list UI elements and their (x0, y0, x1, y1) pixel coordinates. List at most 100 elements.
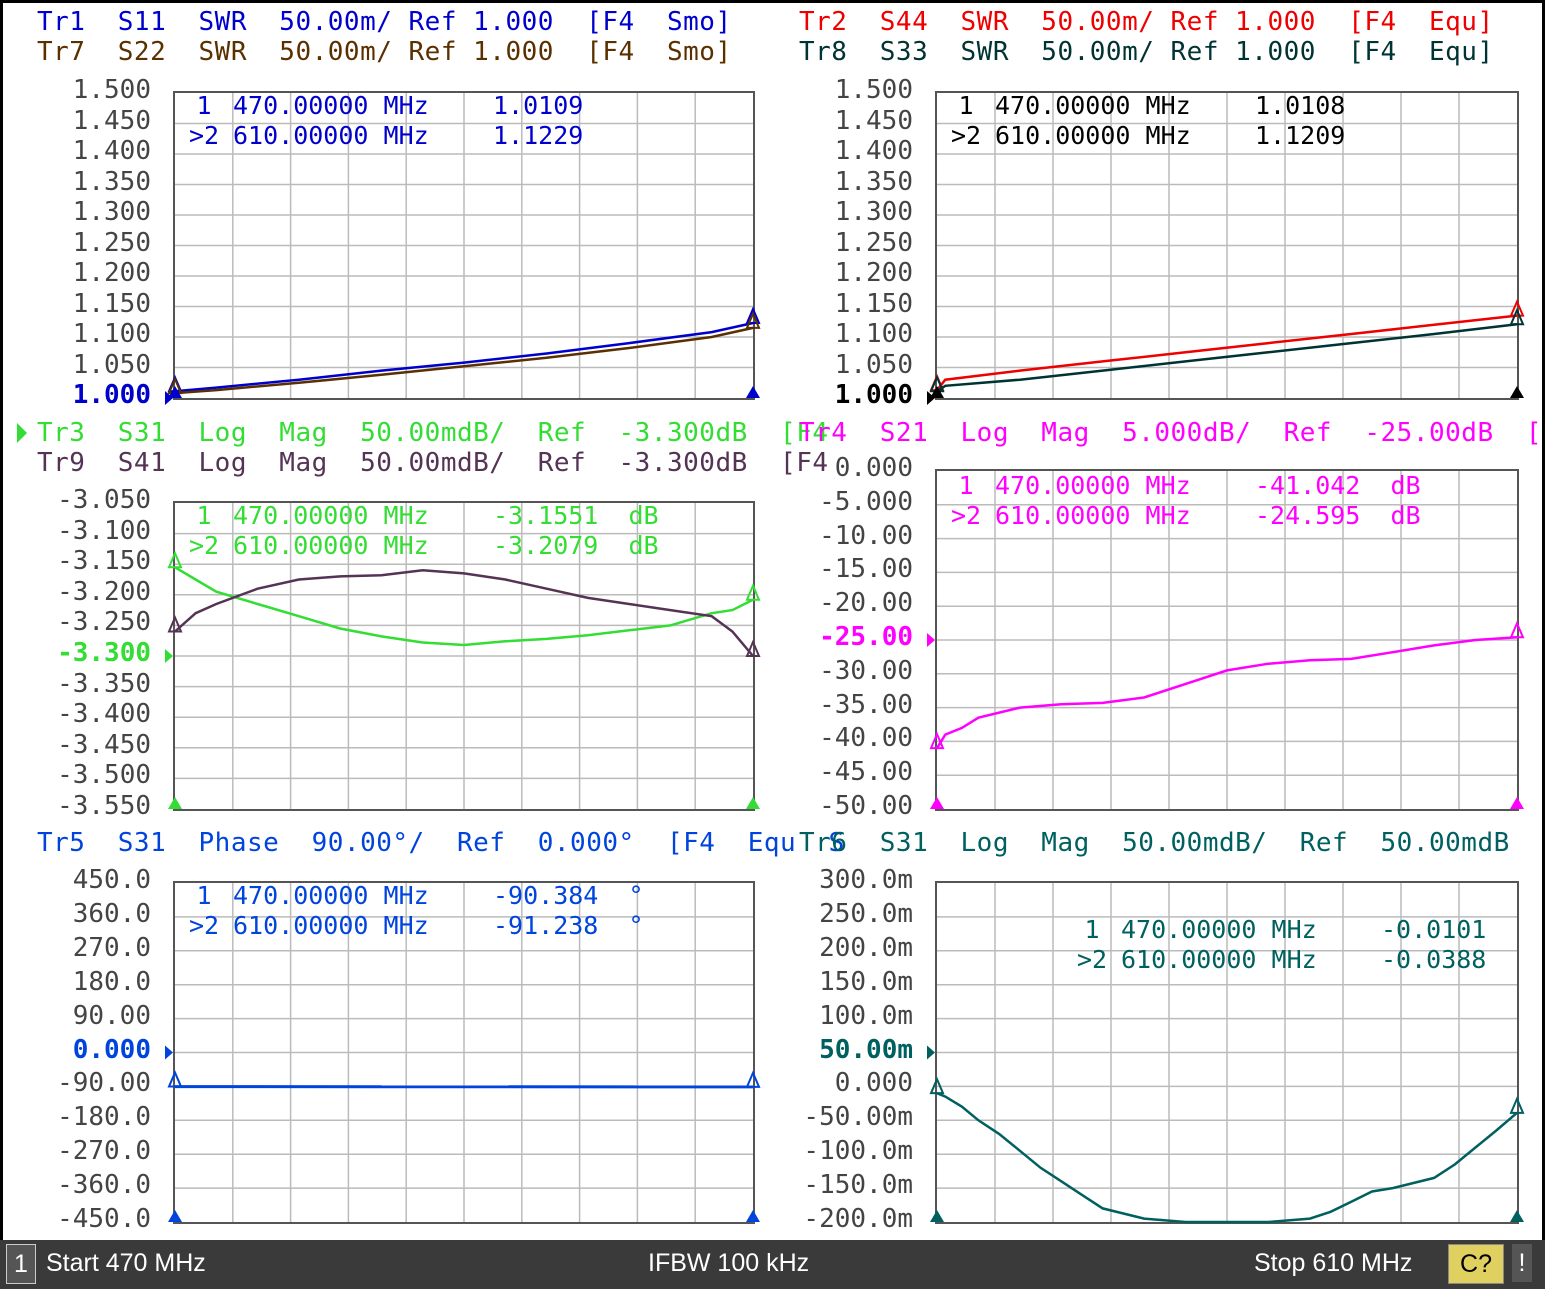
y-tick-label: -360.0 (57, 1170, 151, 1201)
marker-readout-2[interactable]: >2 610.00000 MHz 1.1229 (175, 121, 583, 150)
marker-value: -0.0388 (1381, 945, 1487, 974)
y-tick-label: 200.0m (819, 932, 913, 963)
marker-frequency: 610.00000 MHz (995, 501, 1191, 530)
y-tick-label: 1.050 (72, 349, 151, 380)
marker-readout-1[interactable]: 1 470.00000 MHz 1.0108 (937, 91, 1345, 120)
stop-stimulus-marker (1510, 1210, 1524, 1222)
marker-label: >2 (950, 121, 982, 150)
marker-value: -3.2079 dB (493, 531, 659, 560)
marker-value: 1.1209 (1255, 121, 1346, 150)
y-tick-label: -3.150 (57, 546, 151, 577)
y-tick-label: 1.250 (834, 227, 913, 258)
y-tick-label: -180.0 (57, 1102, 151, 1133)
y-tick-label: -10.00 (819, 520, 913, 551)
y-tick-label: -3.350 (57, 668, 151, 699)
y-tick-label: 1.400 (72, 136, 151, 166)
reference-level-arrow (165, 1045, 173, 1060)
y-tick-label: -45.00 (819, 757, 913, 788)
marker-value: -41.042 dB (1255, 471, 1421, 500)
trace-header-tr9[interactable]: Tr9 S41 Log Mag 50.00mdB/ Ref -3.300dB [… (37, 448, 829, 478)
y-tick-label: 1.150 (834, 288, 913, 319)
trace-header-tr2[interactable]: Tr2 S44 SWR 50.00m/ Ref 1.000 [F4 Equ] (799, 7, 1494, 37)
marker-readout-1[interactable]: 1 470.00000 MHz -0.0101 (1063, 915, 1486, 944)
y-tick-label: -5.000 (819, 486, 913, 517)
marker-value: -0.0101 (1381, 915, 1487, 944)
marker-readout-1[interactable]: 1 470.00000 MHz 1.0109 (175, 91, 583, 120)
calibration-status[interactable]: C? (1448, 1244, 1504, 1284)
y-tick-label: -20.00 (819, 588, 913, 619)
y-tick-label: -3.300 (57, 638, 151, 668)
y-tick-label: 1.250 (72, 227, 151, 258)
start-stimulus-marker (168, 1210, 182, 1222)
y-tick-label: 50.00m (819, 1034, 913, 1065)
trace-header-tr5[interactable]: Tr5 S31 Phase 90.00°/ Ref 0.000° [F4 Equ… (37, 828, 845, 858)
y-tick-label: -450.0 (57, 1204, 151, 1234)
trace-header-tr1[interactable]: Tr1 S11 SWR 50.00m/ Ref 1.000 [F4 Smo] (37, 7, 732, 37)
warning-indicator[interactable]: ! (1512, 1244, 1532, 1282)
y-tick-label: 1.450 (834, 105, 913, 136)
marker-readout-2[interactable]: >2 610.00000 MHz -91.238 ° (175, 911, 644, 940)
y-tick-label: 360.0 (72, 898, 151, 929)
marker-label: >2 (188, 121, 220, 150)
trace-header-tr7[interactable]: Tr7 S22 SWR 50.00m/ Ref 1.000 [F4 Smo] (37, 37, 732, 67)
y-tick-label: -3.400 (57, 699, 151, 730)
marker-frequency: 610.00000 MHz (233, 531, 429, 560)
marker-label: 1 (958, 91, 974, 120)
marker-readout-1[interactable]: 1 470.00000 MHz -41.042 dB (937, 471, 1421, 500)
y-tick-label: -3.550 (57, 791, 151, 821)
marker-2-triangle (745, 1070, 761, 1088)
trace-header-tr8[interactable]: Tr8 S33 SWR 50.00m/ Ref 1.000 [F4 Equ] (799, 37, 1494, 67)
marker-label: 1 (196, 91, 212, 120)
marker-readout-1[interactable]: 1 470.00000 MHz -3.1551 dB (175, 501, 658, 530)
y-tick-label: 1.150 (72, 288, 151, 319)
trace-header-tr4[interactable]: Tr4 S21 Log Mag 5.000dB/ Ref -25.00dB [F… (799, 418, 1545, 448)
y-tick-label: 100.0m (819, 1000, 913, 1031)
y-tick-label: 1.300 (72, 197, 151, 227)
y-tick-label: 300.0m (819, 865, 913, 895)
y-tick-label: -3.450 (57, 729, 151, 760)
marker-label: 1 (196, 501, 212, 530)
marker-frequency: 610.00000 MHz (233, 911, 429, 940)
marker-frequency: 470.00000 MHz (233, 91, 429, 120)
y-tick-label: -35.00 (819, 689, 913, 720)
y-tick-label: 450.0 (72, 865, 151, 895)
start-frequency[interactable]: Start 470 MHz (46, 1244, 206, 1282)
y-tick-label: -15.00 (819, 554, 913, 585)
y-tick-label: 180.0 (72, 966, 151, 997)
y-tick-label: -50.00m (803, 1102, 913, 1133)
y-tick-label: -150.0m (803, 1170, 913, 1201)
y-tick-label: 250.0m (819, 898, 913, 929)
marker-readout-1[interactable]: 1 470.00000 MHz -90.384 ° (175, 881, 644, 910)
marker-value: -90.384 ° (493, 881, 644, 910)
marker-readout-2[interactable]: >2 610.00000 MHz -24.595 dB (937, 501, 1421, 530)
start-stimulus-marker (930, 1210, 944, 1222)
y-tick-label: 0.000 (72, 1034, 151, 1065)
marker-readout-2[interactable]: >2 610.00000 MHz -0.0388 (1063, 945, 1486, 974)
marker-label: 1 (196, 881, 212, 910)
marker-value: 1.0109 (493, 91, 584, 120)
marker-2-triangle (1509, 620, 1525, 639)
marker-readout-2[interactable]: >2 610.00000 MHz 1.1209 (937, 121, 1345, 150)
channel-number[interactable]: 1 (6, 1244, 36, 1284)
marker-readout-2[interactable]: >2 610.00000 MHz -3.2079 dB (175, 531, 659, 560)
trace-header-tr3[interactable]: Tr3 S31 Log Mag 50.00mdB/ Ref -3.300dB [… (37, 418, 829, 448)
marker-label: >2 (950, 501, 982, 530)
stop-frequency[interactable]: Stop 610 MHz (1254, 1244, 1412, 1282)
stop-stimulus-marker (1510, 386, 1524, 398)
y-tick-label: 1.300 (834, 197, 913, 227)
trace-header-tr6[interactable]: Tr6 S31 Log Mag 50.00mdB/ Ref 50.00mdB [… (799, 828, 1545, 858)
y-tick-label: 0.000 (834, 1068, 913, 1099)
y-tick-label: -25.00 (819, 622, 913, 652)
ifbw-value[interactable]: IFBW 100 kHz (648, 1244, 809, 1282)
stop-stimulus-marker (746, 1210, 760, 1222)
y-tick-label: -270.0 (57, 1136, 151, 1167)
marker-1-triangle (167, 614, 183, 633)
marker-frequency: 470.00000 MHz (233, 881, 429, 910)
y-tick-label: 1.000 (72, 380, 151, 410)
marker-label: 1 (958, 471, 974, 500)
y-tick-label: 1.100 (834, 319, 913, 349)
y-tick-label: 1.200 (72, 258, 151, 288)
y-tick-label: -3.050 (57, 485, 151, 515)
marker-label: >2 (188, 531, 220, 560)
marker-frequency: 610.00000 MHz (233, 121, 429, 150)
